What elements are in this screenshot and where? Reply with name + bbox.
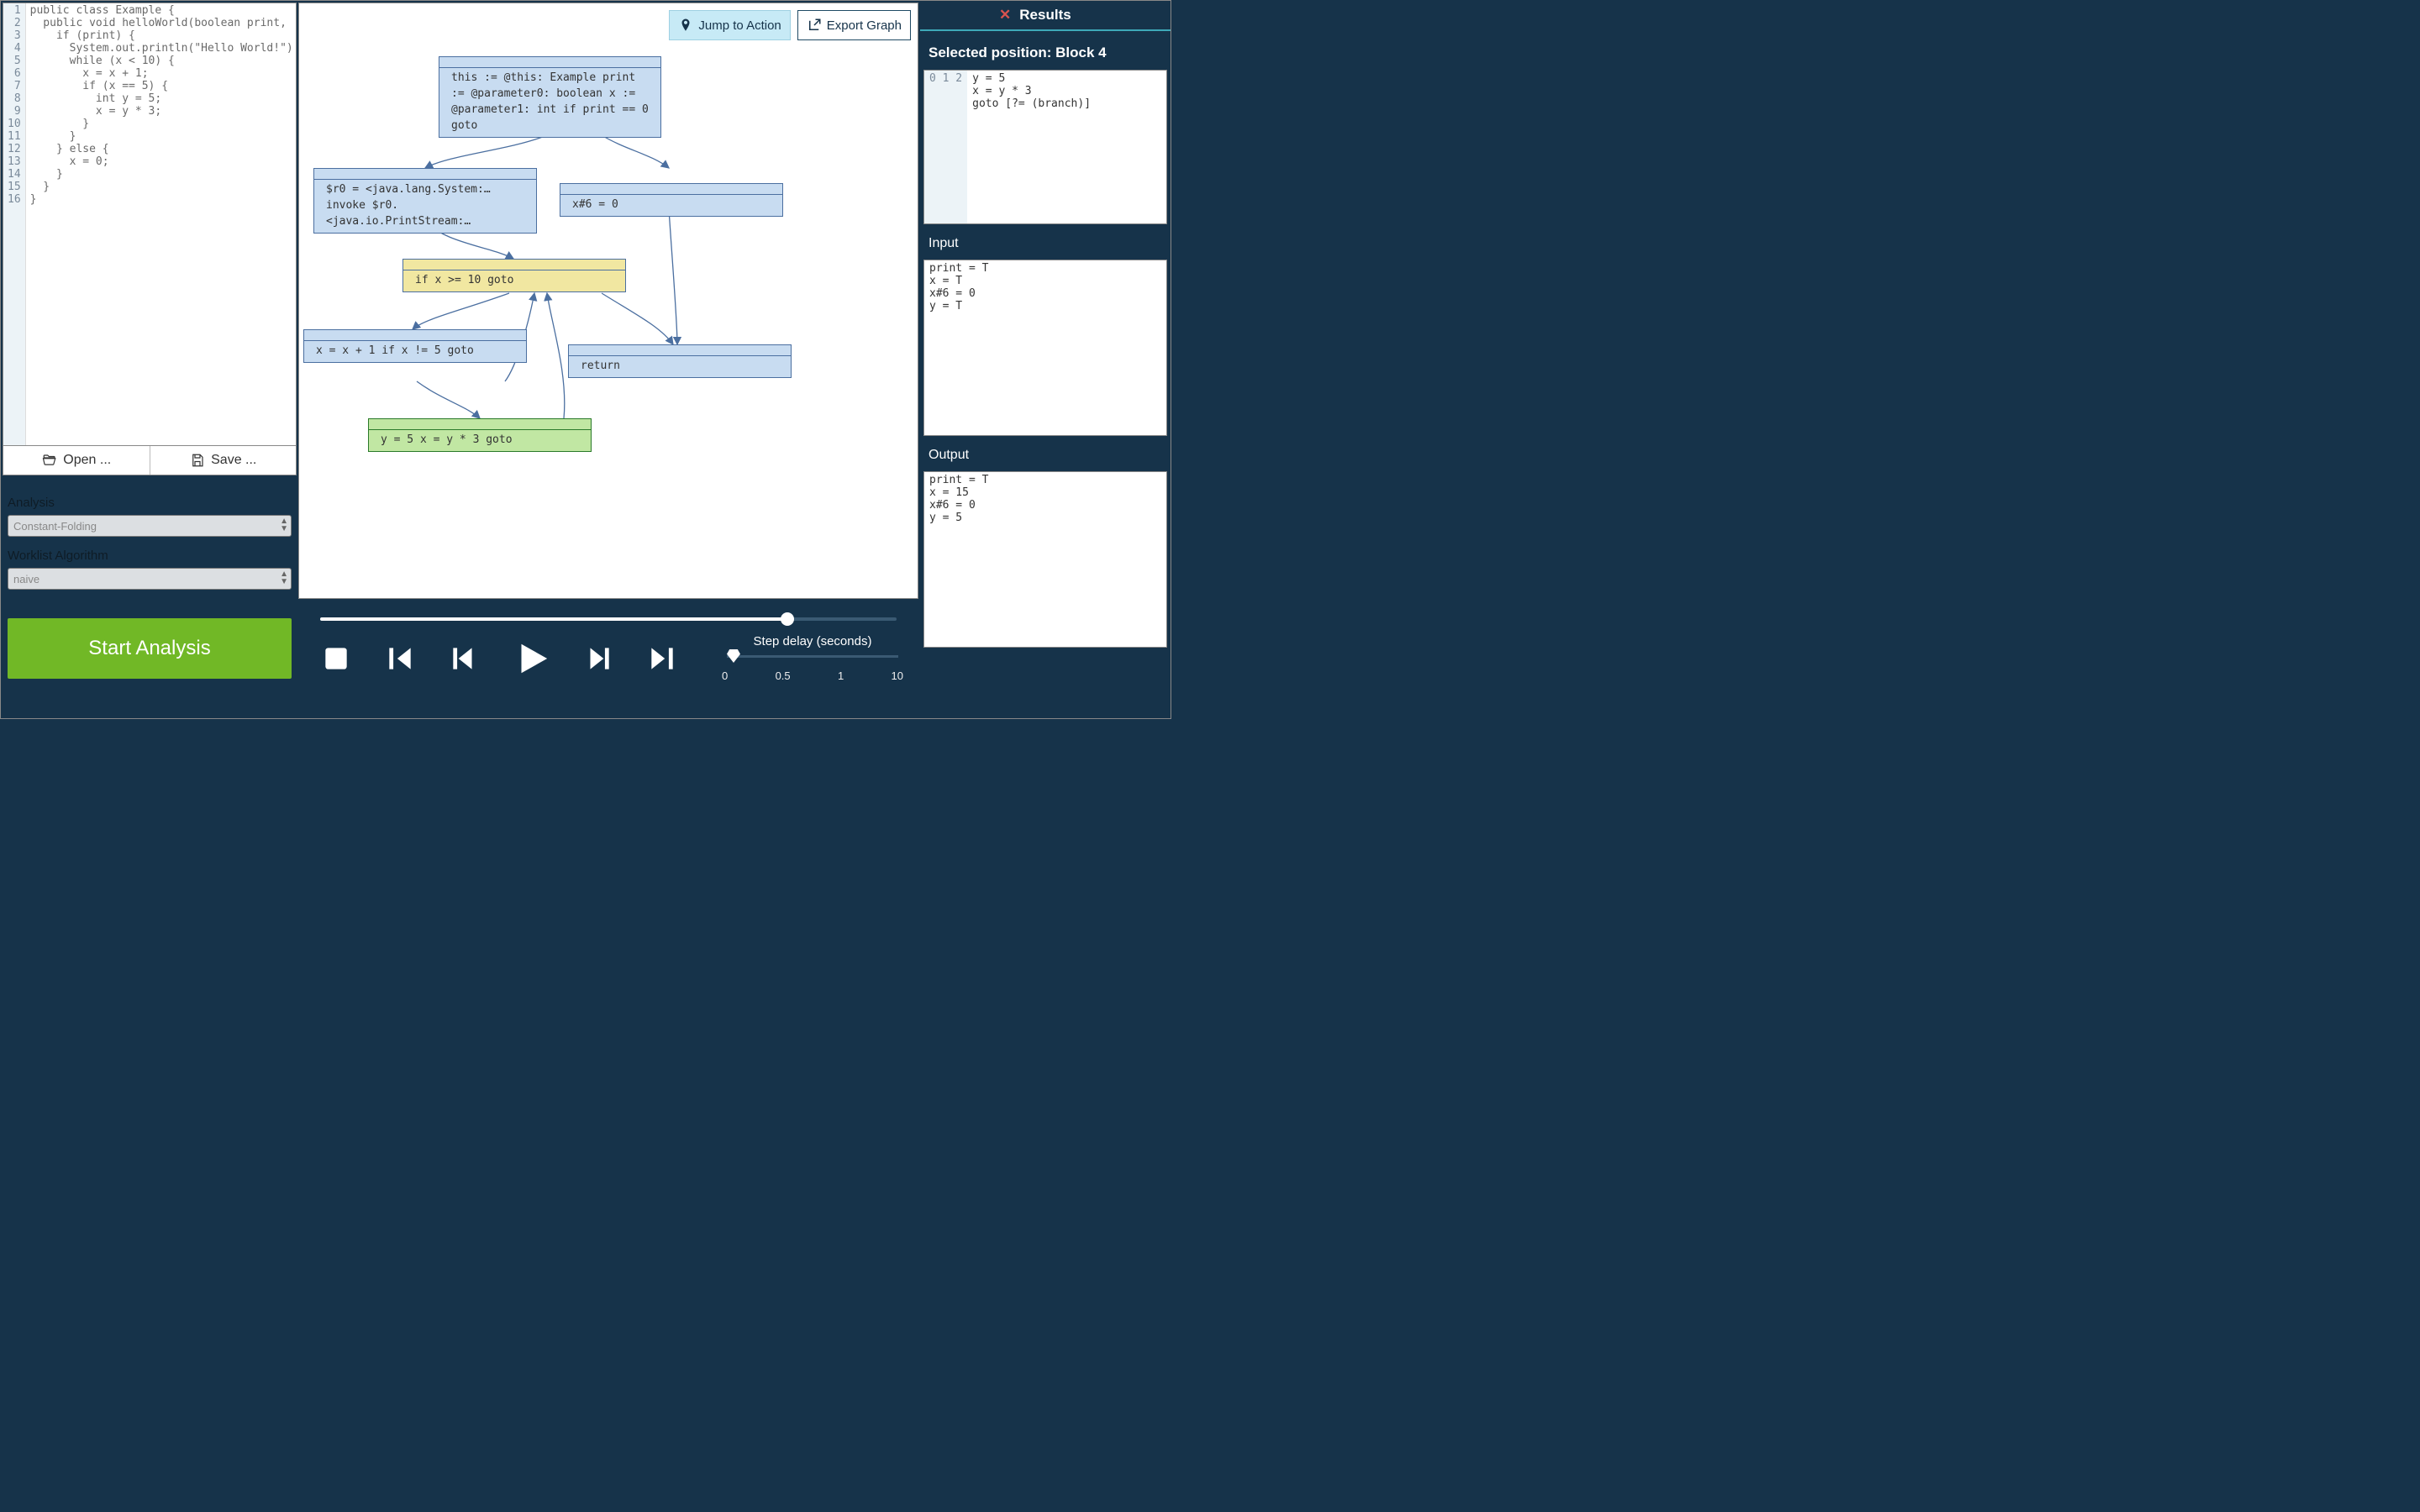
save-button-label: Save ...: [211, 453, 256, 468]
node-text: this := @this: Example print := @paramet…: [439, 68, 661, 138]
delay-thumb[interactable]: [727, 649, 740, 663]
selected-position-label: Selected position: Block 4: [920, 31, 1171, 70]
step-back-icon[interactable]: [448, 643, 480, 675]
graph-node[interactable]: if x >= 10 goto: [402, 259, 626, 292]
worklist-label: Worklist Algorithm: [8, 549, 292, 563]
graph-node[interactable]: return: [568, 344, 792, 378]
jump-button-label: Jump to Action: [698, 18, 781, 33]
results-title: Results: [1019, 7, 1071, 23]
analysis-select[interactable]: [8, 515, 292, 537]
graph-node[interactable]: $r0 = <java.lang.System:… invoke $r0.<ja…: [313, 168, 537, 234]
graph-node[interactable]: x = x + 1 if x != 5 goto: [303, 329, 527, 363]
step-forward-icon[interactable]: [582, 643, 614, 675]
graph-node[interactable]: x#6 = 0: [560, 183, 783, 217]
step-delay-label: Step delay (seconds): [720, 634, 905, 648]
input-box: print = T x = T x#6 = 0 y = T: [923, 260, 1167, 436]
node-text: if x >= 10 goto: [402, 270, 626, 292]
open-button[interactable]: Open ...: [3, 446, 150, 475]
play-icon[interactable]: [512, 639, 550, 678]
analysis-label: Analysis: [8, 496, 292, 510]
input-label: Input: [920, 224, 1171, 260]
pin-icon: [678, 18, 693, 33]
graph-canvas[interactable]: Jump to Action Export Graph this: [298, 3, 918, 599]
skip-back-icon[interactable]: [384, 643, 416, 675]
output-label: Output: [920, 436, 1171, 471]
select-arrows-icon: ▲▼: [280, 517, 288, 533]
save-icon: [189, 453, 206, 468]
skip-forward-icon[interactable]: [646, 643, 678, 675]
node-text: x#6 = 0: [560, 195, 783, 217]
playback-bar: Step delay (seconds) 00.5110: [298, 599, 918, 717]
node-text: x = x + 1 if x != 5 goto: [303, 341, 527, 363]
open-button-label: Open ...: [63, 453, 111, 468]
export-graph-button[interactable]: Export Graph: [797, 10, 911, 40]
save-button[interactable]: Save ...: [150, 446, 297, 475]
code-editor[interactable]: 1 2 3 4 5 6 7 8 9 10 11 12 13 14 15 16 p…: [3, 3, 297, 446]
jump-to-action-button[interactable]: Jump to Action: [669, 10, 790, 40]
graph-node[interactable]: this := @this: Example print := @paramet…: [439, 56, 661, 138]
export-button-label: Export Graph: [827, 18, 902, 33]
node-text: return: [568, 356, 792, 378]
folder-open-icon: [41, 453, 58, 468]
graph-node-selected[interactable]: y = 5 x = y * 3 goto: [368, 418, 592, 452]
block-code-box: 0 1 2 y = 5 x = y * 3 goto [?= (branch)]: [923, 70, 1167, 224]
start-analysis-button[interactable]: Start Analysis: [8, 618, 292, 679]
code-body[interactable]: public class Example { public void hello…: [26, 3, 297, 445]
close-icon[interactable]: ✕: [999, 7, 1011, 24]
results-header: ✕ Results: [920, 1, 1171, 31]
node-text: y = 5 x = y * 3 goto: [368, 430, 592, 452]
progress-slider[interactable]: [320, 617, 897, 621]
delay-ticks: 00.5110: [722, 669, 903, 682]
progress-thumb[interactable]: [781, 612, 794, 626]
worklist-select[interactable]: [8, 568, 292, 590]
delay-slider[interactable]: [727, 655, 898, 658]
export-icon: [807, 18, 822, 33]
stop-icon[interactable]: [320, 643, 352, 675]
code-gutter: 1 2 3 4 5 6 7 8 9 10 11 12 13 14 15 16: [3, 3, 26, 445]
node-text: $r0 = <java.lang.System:… invoke $r0.<ja…: [313, 180, 537, 234]
output-box: print = T x = 15 x#6 = 0 y = 5: [923, 471, 1167, 648]
select-arrows-icon: ▲▼: [280, 570, 288, 585]
